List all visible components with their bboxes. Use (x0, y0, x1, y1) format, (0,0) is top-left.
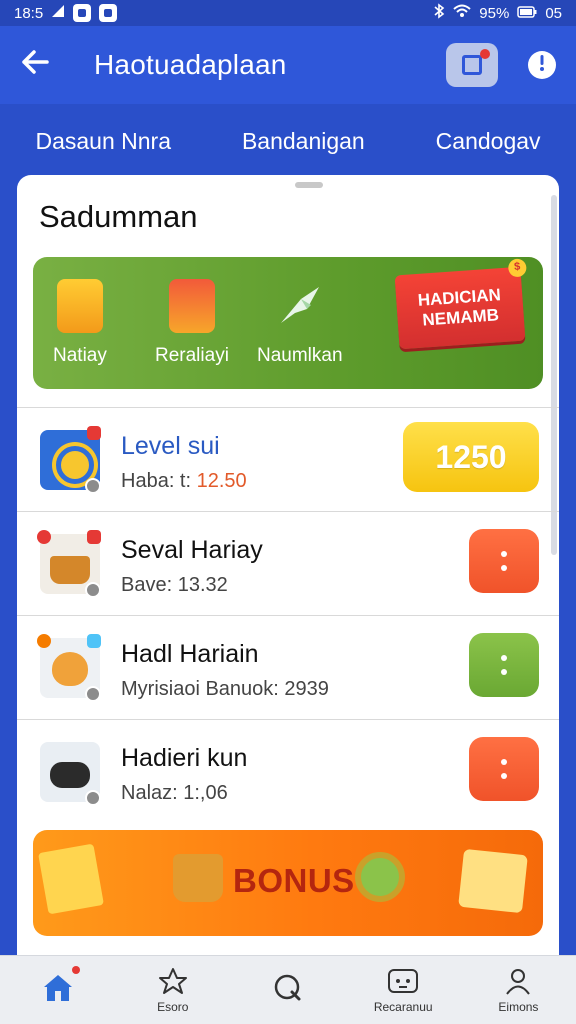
bottom-nav: Esoro Recaranuu Eimons (0, 955, 576, 1024)
status-badge-icon (85, 478, 101, 494)
badge-icon (87, 634, 101, 648)
promo-item-3[interactable]: Naumlkan (257, 279, 343, 367)
nav-label: Esoro (157, 1000, 189, 1014)
page-title: Haotuadaplaan (94, 49, 287, 80)
nav-favorites[interactable]: Esoro (115, 956, 230, 1024)
promo-item-label: Naumlkan (257, 345, 343, 366)
inbox-icon (462, 55, 482, 75)
search-icon (271, 973, 305, 1003)
bottom-sheet: Sadumman Natiay Reraliayi Naumlkan HADIC… (17, 175, 559, 955)
dot-icon (501, 655, 507, 661)
nav-home[interactable] (0, 956, 115, 1024)
item-sub-value: 12.50 (196, 470, 247, 492)
wifi-icon (453, 4, 471, 22)
badge-icon (37, 634, 51, 648)
dot-icon (501, 551, 507, 557)
dot-icon (501, 669, 507, 675)
item-name: Hadieri kun (121, 744, 248, 772)
medal-icon (355, 852, 405, 902)
inbox-button[interactable] (446, 43, 498, 87)
list-item[interactable]: Level sui Haba: t: 12.50 1250 (17, 407, 559, 511)
bird-icon (277, 279, 323, 333)
item-subtitle: Nalaz: 1:,06 (121, 782, 228, 804)
promo-item-1[interactable]: Natiay (53, 279, 107, 367)
status-badge-icon (85, 686, 101, 702)
dot-icon (501, 773, 507, 779)
dot-icon (501, 565, 507, 571)
nav-search[interactable] (230, 956, 345, 1024)
status-badge-icon (85, 790, 101, 806)
item-sub-label: Haba: t: (121, 470, 192, 492)
coin-basket-icon (173, 854, 223, 902)
status-extra: 05 (545, 4, 562, 22)
bonus-banner[interactable]: BONUS (33, 830, 543, 936)
list-item[interactable]: Hadl Hariain Myrisiaoi Banuok: 2939 (17, 615, 559, 719)
tab-3[interactable]: Candogav (428, 122, 549, 161)
item-subtitle: Haba: t: 12.50 (121, 470, 247, 493)
more-button[interactable] (469, 529, 539, 593)
flag-line-2: NEMAMB (421, 305, 500, 330)
gift-box-icon (168, 279, 215, 333)
signal-icon (51, 4, 65, 22)
status-bar: 18:5 95% 05 (0, 0, 576, 26)
item-name: Level sui (121, 432, 220, 460)
list-item[interactable]: Seval Hariay Bave: 13.32 (17, 511, 559, 615)
gamepad-icon (386, 966, 420, 996)
back-button[interactable] (20, 49, 60, 81)
home-icon (41, 973, 75, 1003)
cup-icon (56, 279, 103, 333)
info-icon (539, 54, 545, 77)
nav-games[interactable]: Recaranuu (346, 956, 461, 1024)
promo-item-label: Reraliayi (155, 345, 229, 366)
dot-icon (501, 759, 507, 765)
notification-app-icon (73, 4, 92, 22)
badge-icon (37, 530, 51, 544)
person-icon (501, 966, 535, 996)
nav-label: Recaranuu (373, 1000, 433, 1014)
score-button[interactable]: 1250 (403, 422, 539, 492)
notification-dot (480, 49, 490, 59)
battery-icon (517, 5, 537, 22)
item-subtitle: Myrisiaoi Banuok: 2939 (121, 678, 329, 700)
status-time: 18:5 (14, 4, 44, 22)
star-icon (156, 966, 190, 996)
more-button[interactable] (469, 737, 539, 801)
sheet-drag-handle[interactable] (295, 182, 323, 188)
sheet-title: Sadumman (39, 199, 198, 234)
badge-icon (87, 426, 101, 440)
notification-dot (72, 966, 80, 974)
bluetooth-icon (433, 3, 445, 23)
battery-percent: 95% (479, 4, 510, 22)
info-button[interactable] (528, 51, 556, 79)
promo-item-2[interactable]: Reraliayi (155, 279, 229, 367)
nav-label: Eimons (498, 1000, 539, 1014)
tab-2[interactable]: Bandanigan (234, 122, 373, 161)
notification-app-icon-2 (99, 4, 118, 22)
bonus-label: BONUS (233, 862, 355, 899)
app-bar: Haotuadaplaan (0, 26, 576, 104)
tab-1[interactable]: Dasaun Nnra (27, 122, 179, 161)
status-badge-icon (85, 582, 101, 598)
promo-banner[interactable]: Natiay Reraliayi Naumlkan HADICIAN NEMAM… (33, 257, 543, 389)
nav-profile[interactable]: Eimons (461, 956, 576, 1024)
item-subtitle: Bave: 13.32 (121, 574, 228, 596)
tab-bar: Dasaun Nnra Bandanigan Candogav (0, 104, 576, 178)
cards-icon (458, 848, 528, 914)
promo-flag-badge[interactable]: HADICIAN NEMAMB $ (394, 258, 527, 350)
list-item[interactable]: Hadieri kun Nalaz: 1:,06 (17, 719, 559, 823)
ticket-icon (38, 843, 104, 915)
item-name: Hadl Hariain (121, 640, 259, 668)
more-button[interactable] (469, 633, 539, 697)
promo-item-label: Natiay (53, 345, 107, 366)
item-name: Seval Hariay (121, 536, 263, 564)
badge-icon (87, 530, 101, 544)
coin-pin-icon: $ (507, 258, 527, 278)
